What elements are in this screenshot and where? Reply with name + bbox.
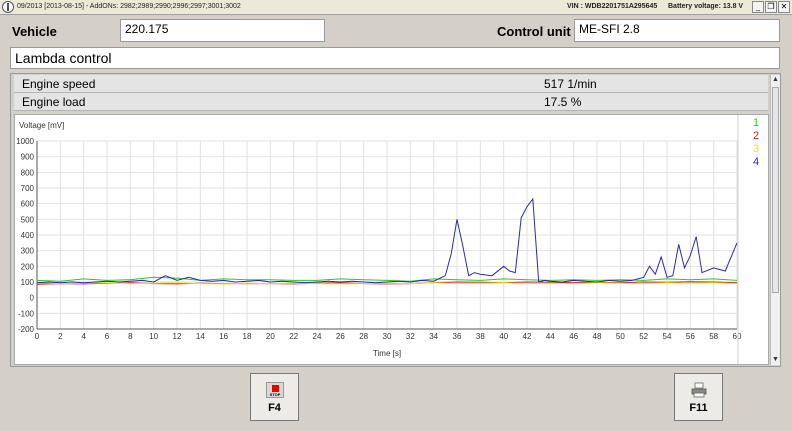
x-tick-label: 12: [173, 332, 182, 341]
y-tick-label: 800: [21, 168, 35, 177]
x-tick-label: 26: [336, 332, 345, 341]
reading-value: 517 1/min: [544, 77, 597, 91]
scroll-down-icon[interactable]: ▼: [771, 355, 780, 365]
x-tick-label: 36: [453, 332, 462, 341]
section-title: Lambda control: [10, 47, 780, 69]
x-tick-label: 50: [616, 332, 625, 341]
x-tick-label: 14: [196, 332, 205, 341]
y-tick-label: 400: [21, 231, 35, 240]
f11-label: F11: [689, 402, 708, 414]
vertical-scrollbar[interactable]: ▲ ▼: [770, 75, 780, 365]
title-bar: 09/2013 [2013-08-15] - AddONs: 2982;2989…: [0, 0, 792, 15]
x-tick-label: 8: [128, 332, 133, 341]
y-tick-label: 1000: [16, 137, 34, 146]
reading-row: Engine speed 517 1/min: [14, 75, 768, 93]
x-tick-label: 60: [733, 332, 742, 341]
vin-display: VIN : WDB2201751A295645: [567, 3, 658, 10]
legend-entry: 2: [753, 130, 759, 142]
vehicle-label: Vehicle: [12, 24, 57, 39]
stop-icon: STOP: [266, 382, 284, 398]
battery-voltage: Battery voltage: 13.8 V: [668, 3, 744, 10]
y-tick-label: -100: [18, 309, 35, 318]
y-tick-label: 700: [21, 184, 35, 193]
x-tick-label: 56: [686, 332, 695, 341]
scroll-up-icon[interactable]: ▲: [771, 75, 780, 85]
x-tick-label: 48: [593, 332, 602, 341]
reading-row: Engine load 17.5 %: [14, 93, 768, 111]
x-tick-label: 16: [219, 332, 228, 341]
x-tick-label: 32: [406, 332, 415, 341]
restore-button[interactable]: ❐: [765, 1, 777, 13]
y-tick-label: -200: [18, 325, 35, 334]
x-tick-label: 44: [546, 332, 555, 341]
x-tick-label: 42: [523, 332, 532, 341]
y-axis-label: Voltage [mV]: [19, 121, 64, 130]
x-tick-label: 2: [58, 332, 63, 341]
x-tick-label: 6: [105, 332, 110, 341]
reading-name: Engine load: [22, 95, 86, 109]
x-tick-label: 52: [639, 332, 648, 341]
x-tick-label: 24: [313, 332, 322, 341]
x-tick-label: 20: [266, 332, 275, 341]
x-tick-label: 34: [429, 332, 438, 341]
x-tick-label: 30: [383, 332, 392, 341]
legend-entry: 4: [753, 156, 759, 168]
y-tick-label: 900: [21, 153, 35, 162]
y-tick-label: 600: [21, 200, 35, 209]
y-tick-label: 200: [21, 262, 35, 271]
x-tick-label: 58: [709, 332, 718, 341]
y-tick-label: 500: [21, 215, 35, 224]
x-tick-label: 46: [569, 332, 578, 341]
legend-entry: 3: [753, 143, 759, 155]
close-button[interactable]: ✕: [778, 1, 790, 13]
app-logo-icon: [2, 1, 14, 13]
series-line-3: [36, 282, 738, 285]
voltage-chart: 1000 900 800 700 600 500 400 300 200 100 0 -100 -200…: [14, 114, 769, 365]
x-tick-label: 28: [359, 332, 368, 341]
f4-label: F4: [268, 402, 281, 414]
legend-entry: 1: [753, 117, 759, 129]
values-panel: Engine speed 517 1/min Engine load 17.5 …: [10, 73, 781, 367]
reading-value: 17.5 %: [544, 95, 582, 109]
x-tick-label: 38: [476, 332, 485, 341]
x-tick-label: 40: [499, 332, 508, 341]
y-tick-label: 300: [21, 247, 35, 256]
y-tick-label: 0: [30, 294, 35, 303]
x-tick-label: 54: [663, 332, 672, 341]
x-tick-label: 0: [35, 332, 40, 341]
f11-print-button[interactable]: F11: [674, 373, 723, 421]
x-tick-label: 18: [243, 332, 252, 341]
f4-stop-button[interactable]: STOP F4: [250, 373, 299, 421]
x-axis-label: Time [s]: [373, 349, 401, 358]
vehicle-field: 220.175: [120, 19, 325, 42]
printer-icon: [690, 382, 708, 398]
reading-name: Engine speed: [22, 77, 96, 91]
scroll-thumb[interactable]: [772, 87, 779, 293]
x-tick-label: 4: [81, 332, 86, 341]
x-tick-label: 10: [149, 332, 158, 341]
chart-svg: 10009008007006005004003002001000-100-200…: [16, 115, 759, 364]
window-title: 09/2013 [2013-08-15] - AddONs: 2982;2989…: [17, 3, 241, 10]
control-unit-label: Control unit: [497, 24, 571, 39]
y-tick-label: 100: [21, 278, 35, 287]
minimize-button[interactable]: _: [752, 1, 764, 13]
control-unit-field: ME-SFI 2.8: [574, 19, 780, 42]
x-tick-label: 22: [289, 332, 298, 341]
